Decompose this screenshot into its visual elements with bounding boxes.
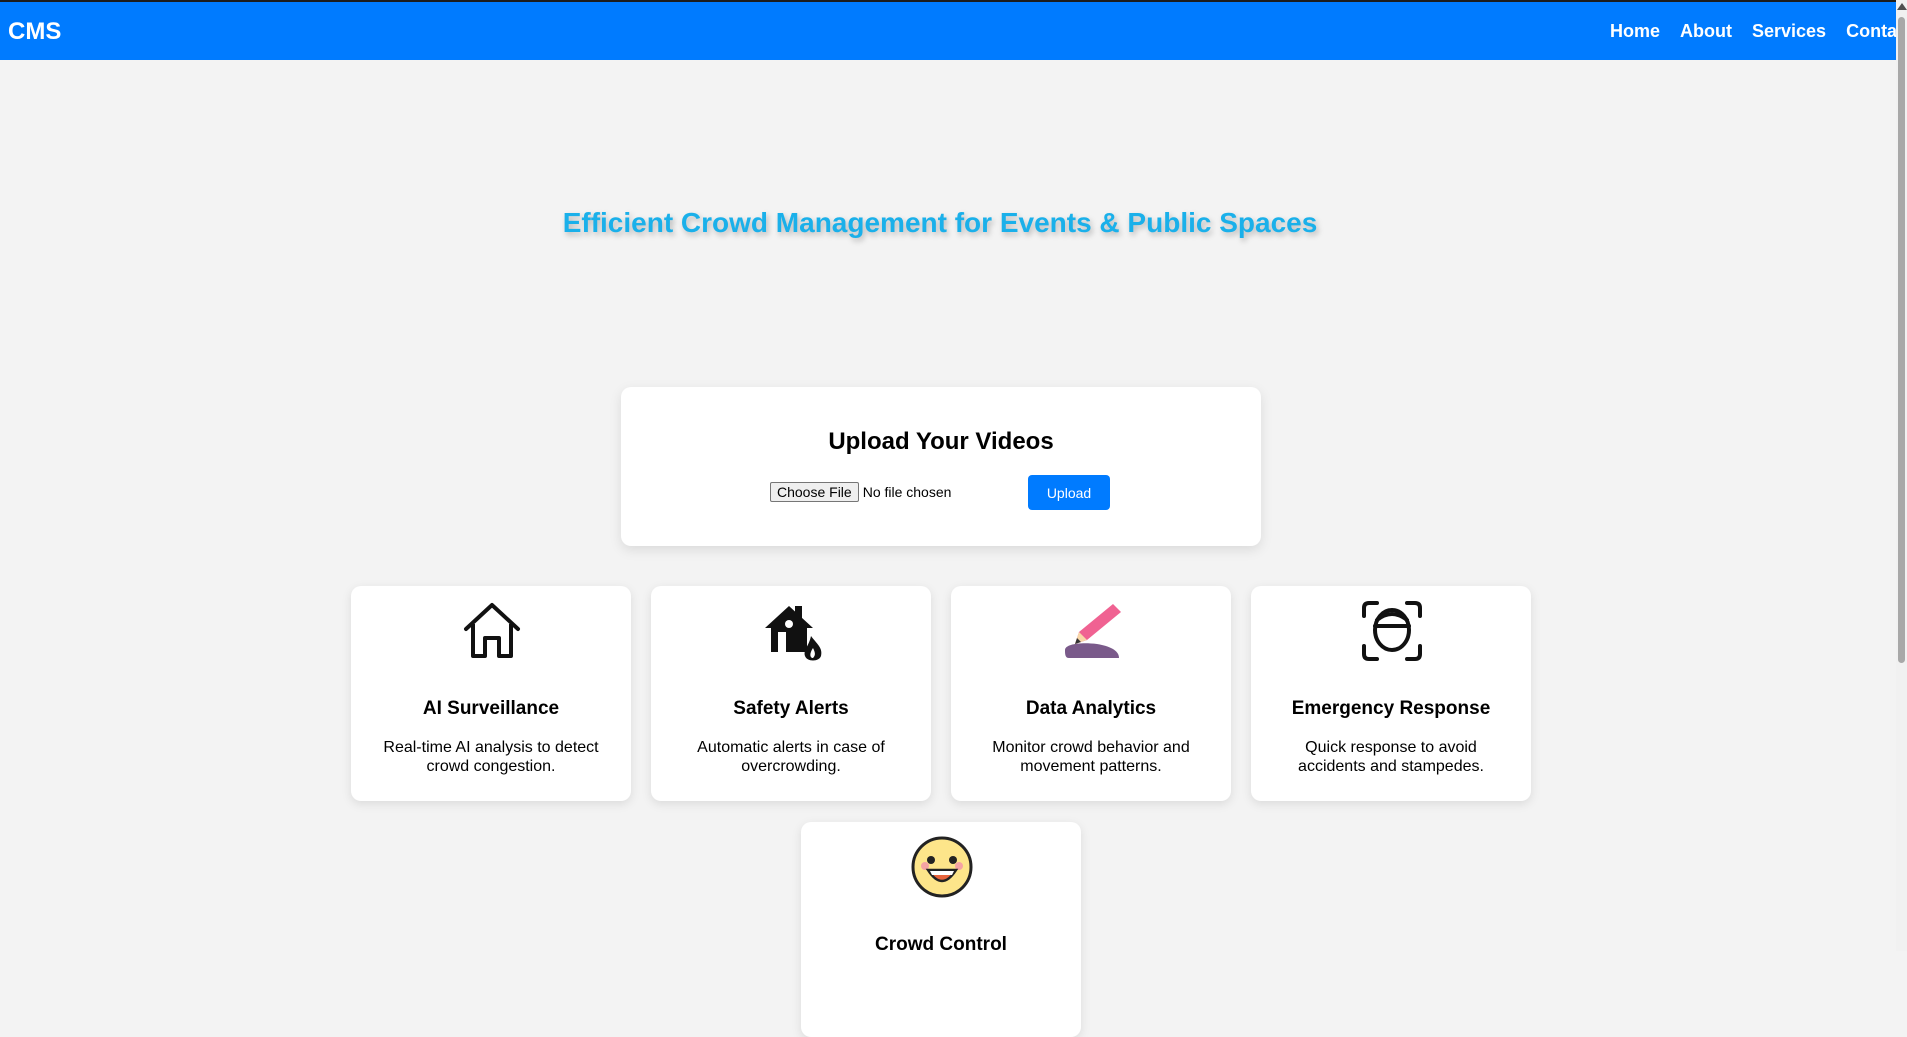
upload-card: Upload Your Videos Choose File No file ch… (621, 387, 1261, 546)
feature-title: Data Analytics (1025, 698, 1157, 719)
house-icon (461, 600, 523, 662)
smiley-icon (911, 836, 973, 898)
feature-card-emergency-response: Emergency Response Quick response to avo… (1251, 586, 1531, 801)
file-status-text: No file chosen (862, 484, 952, 500)
nav-link-home[interactable]: Home (1610, 21, 1660, 41)
feature-title: Emergency Response (1291, 698, 1491, 719)
upload-title: Upload Your Videos (828, 428, 1054, 455)
upload-button[interactable]: Upload (1028, 475, 1110, 510)
feature-description: Real-time AI analysis to detect crowd co… (383, 739, 599, 775)
nav-links: Home About Services Contact (1610, 21, 1896, 42)
feature-description: Quick response to avoid accidents and st… (1298, 739, 1484, 775)
hero-title: Efficient Crowd Management for Events & … (562, 207, 1318, 238)
feature-title: Crowd Control (875, 934, 1007, 955)
feature-card-safety-alerts: Safety Alerts Automatic alerts in case o… (651, 586, 931, 801)
face-scan-icon (1361, 600, 1423, 662)
feature-title: AI Surveillance (422, 698, 560, 719)
scrollbar[interactable] (1896, 0, 1907, 951)
nav-link-about[interactable]: About (1680, 21, 1732, 41)
brand-logo[interactable]: CMS (8, 18, 61, 46)
feature-card-crowd-control: Crowd Control (801, 822, 1081, 1037)
feature-card-data-analytics: Data Analytics Monitor crowd behavior an… (951, 586, 1231, 801)
pencil-icon (1061, 600, 1123, 662)
nav-link-services[interactable]: Services (1752, 21, 1826, 41)
feature-title: Safety Alerts (733, 698, 849, 719)
choose-file-button[interactable]: Choose File (770, 482, 859, 502)
nav-link-contact[interactable]: Contact (1846, 21, 1896, 41)
scroll-up-arrow-icon[interactable] (1897, 3, 1907, 10)
house-fire-icon (761, 600, 823, 662)
navbar: CMS Home About Services Contact (0, 0, 1896, 60)
file-input[interactable]: Choose File No file chosen (770, 482, 951, 502)
feature-card-ai-surveillance: AI Surveillance Real-time AI analysis to… (351, 586, 631, 801)
scrollbar-thumb[interactable] (1898, 17, 1905, 663)
feature-description: Monitor crowd behavior and movement patt… (992, 739, 1190, 775)
feature-description: Automatic alerts in case of overcrowding… (697, 739, 885, 775)
